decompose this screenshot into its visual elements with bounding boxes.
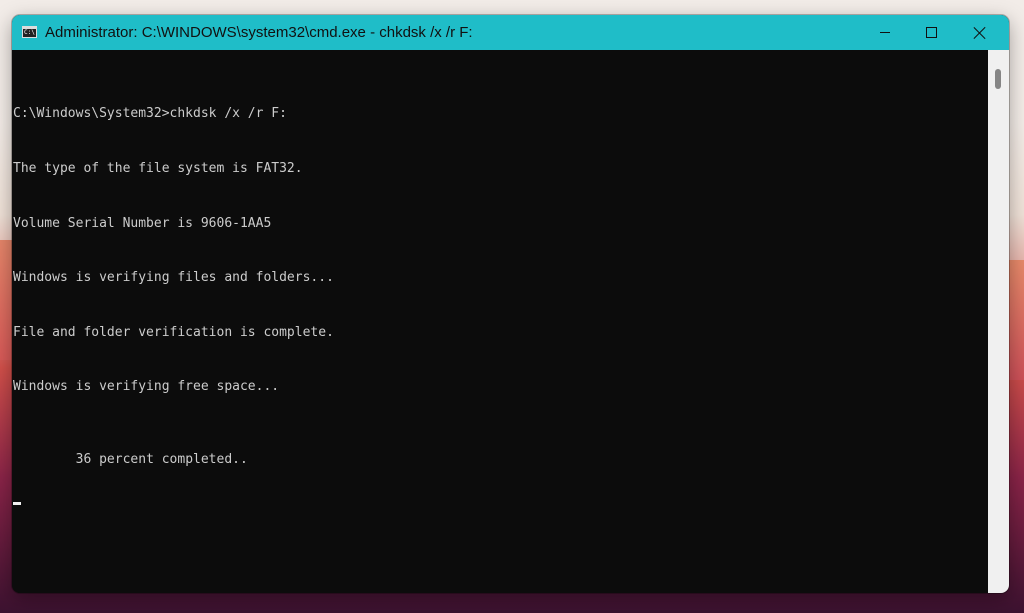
minimize-button[interactable]	[862, 15, 908, 50]
console-line: C:\Windows\System32>chkdsk /x /r F:	[13, 106, 287, 122]
maximize-button[interactable]	[908, 15, 954, 50]
console-line: Windows is verifying files and folders..…	[13, 270, 334, 286]
console-line: Volume Serial Number is 9606-1AA5	[13, 215, 272, 231]
window-title: Administrator: C:\WINDOWS\system32\cmd.e…	[45, 24, 473, 41]
scrollbar-thumb[interactable]	[995, 69, 1001, 89]
console-line: The type of the file system is FAT32.	[13, 161, 303, 177]
console-output[interactable]: C:\Windows\System32>chkdsk /x /r F: The …	[12, 50, 988, 593]
console-line: File and folder verification is complete…	[13, 324, 334, 340]
minimize-icon	[880, 32, 890, 33]
console-line-current: 36 percent completed..	[13, 433, 334, 506]
console-line: 36 percent completed..	[75, 452, 248, 468]
cmd-icon-text: C:\	[24, 29, 35, 36]
title-bar[interactable]: C:\ Administrator: C:\WINDOWS\system32\c…	[12, 15, 1009, 50]
cmd-icon[interactable]: C:\	[22, 26, 37, 38]
vertical-scrollbar[interactable]	[988, 50, 1009, 593]
close-icon	[974, 27, 986, 39]
maximize-icon	[925, 27, 937, 38]
console-lines: C:\Windows\System32>chkdsk /x /r F: The …	[13, 69, 334, 542]
close-button[interactable]	[957, 15, 1003, 50]
console-line: Windows is verifying free space...	[13, 379, 280, 395]
cmd-window: C:\ Administrator: C:\WINDOWS\system32\c…	[12, 15, 1009, 593]
text-cursor	[13, 501, 21, 505]
